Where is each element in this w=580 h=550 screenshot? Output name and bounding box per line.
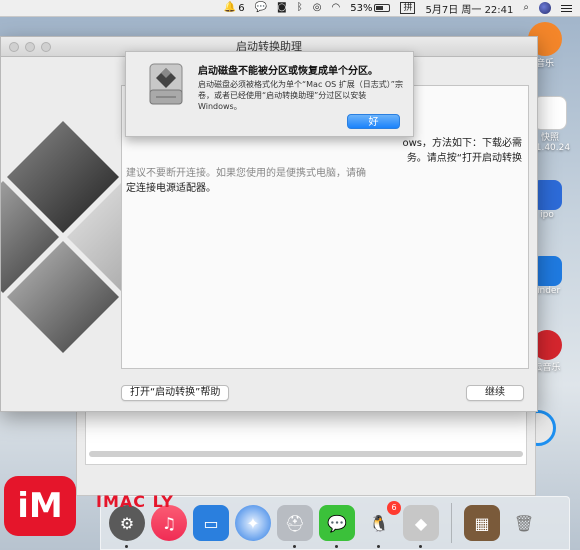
menubar-date: 5月7日 周一 <box>425 4 482 16</box>
wechat-dock-icon[interactable]: 💬 <box>319 505 355 548</box>
open-help-button[interactable]: 打开“启动转换”帮助 <box>121 385 230 401</box>
desktop-icon-label: 音乐 <box>535 59 554 69</box>
alert-title: 启动磁盘不能被分区或恢复成单个分区。 <box>198 66 378 77</box>
search-icon[interactable]: ⌕ <box>523 3 529 13</box>
watermark-text: IMAC LY <box>96 492 174 511</box>
window-controls <box>9 42 51 52</box>
alert-dialog: 启动磁盘不能被分区或恢复成单个分区。 启动磁盘必须被格式化为单个“Mac OS … <box>125 51 414 137</box>
boot-camp-disk-icon <box>149 63 183 105</box>
background-window <box>76 400 536 496</box>
close-button[interactable] <box>9 42 19 52</box>
continue-button[interactable]: 继续 <box>466 385 524 401</box>
menubar-datetime[interactable]: 5月7日 周一 22:41 <box>425 1 513 16</box>
boot-camp-dock-icon[interactable]: ◆ <box>403 505 439 548</box>
desktop-icon-label: 快照 <box>541 133 560 143</box>
qq-icon[interactable]: 🐧 6 <box>361 501 401 548</box>
snapshot-thumbnail-icon <box>533 96 568 130</box>
instructions-text: ows，方法如下：下载必需 务。请点按“打开启动转换 建议不要断开连接。如果您使… <box>126 136 522 196</box>
wechat-icon[interactable]: 💬 <box>255 3 267 13</box>
battery-icon <box>374 4 391 12</box>
minimize-button[interactable] <box>25 42 35 52</box>
ok-button[interactable]: 好 <box>347 114 400 129</box>
input-method[interactable]: 拼 <box>400 2 416 14</box>
battery-percent: 53% <box>350 2 373 14</box>
safari-icon[interactable]: ✦ <box>235 505 271 541</box>
airplay-icon[interactable]: ◎ <box>313 3 322 13</box>
menubar-time: 22:41 <box>484 4 514 16</box>
zoom-button[interactable] <box>41 42 51 52</box>
alert-message: 启动磁盘必须被格式化为单个“Mac OS 扩展（日志式）”宗卷，或者已经使用“启… <box>198 80 403 111</box>
qq-badge: 6 <box>387 501 401 515</box>
horizontal-scrollbar[interactable] <box>89 451 523 457</box>
notification-count: 6 <box>238 2 245 14</box>
instructions-line-3: 建议不要断开连接。如果您使用的是便携式电脑，请确 <box>126 168 366 179</box>
instructions-line-1: ows，方法如下：下载必需 <box>402 138 522 149</box>
notification-center-icon[interactable] <box>561 3 572 14</box>
disk-utility-icon[interactable]: ⛑ <box>277 505 313 548</box>
bell-icon: 🔔 <box>223 2 237 13</box>
wifi-icon[interactable]: ◠ <box>331 3 340 13</box>
notification-status[interactable]: 🔔 6 <box>224 3 245 14</box>
keynote-icon[interactable]: ▭ <box>193 505 229 541</box>
trash-icon[interactable]: 🗑 <box>506 505 542 541</box>
battery-status[interactable]: 53% <box>350 2 391 14</box>
instructions-line-2: 务。请点按“打开启动转换 <box>406 153 522 164</box>
photo-thumbnail-icon[interactable]: ▦ <box>464 505 500 541</box>
bluetooth-icon[interactable]: ᛒ <box>297 3 303 13</box>
dock-separator <box>451 503 452 543</box>
cast-icon[interactable]: ◙ <box>277 3 287 13</box>
menu-bar: 🔔 6 💬 ◙ ᛒ ◎ ◠ 53% 拼 5月7日 周一 22:41 ⌕ <box>0 0 580 17</box>
watermark-logo: iM <box>4 476 76 536</box>
desktop-icon-label: ipo <box>540 210 554 220</box>
user-avatar[interactable] <box>539 2 551 14</box>
instructions-line-4: 定连接电源适配器。 <box>126 183 216 194</box>
